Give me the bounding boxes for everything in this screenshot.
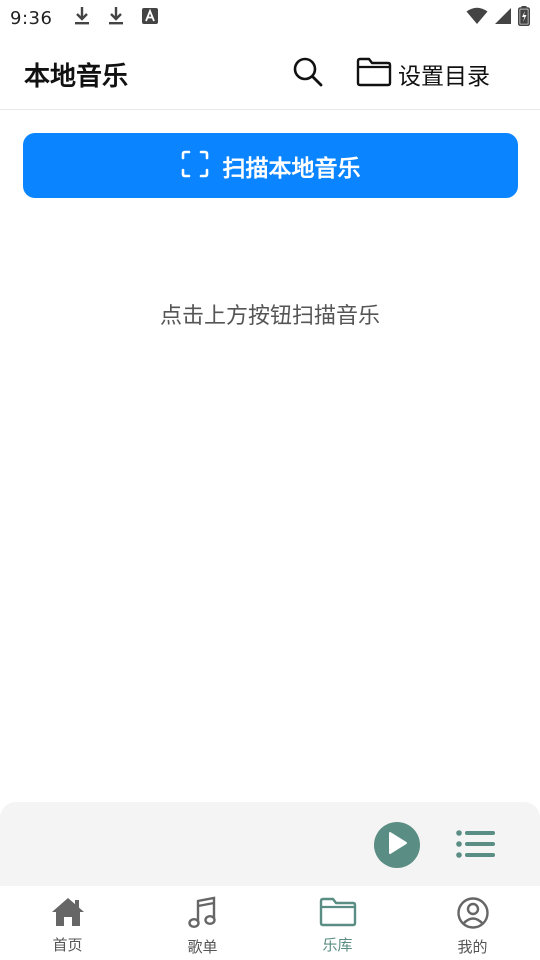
nav-item-library[interactable]: 乐库 [270,886,405,960]
status-left: 9:36 [10,6,159,30]
battery-charging-icon [518,6,530,30]
play-button[interactable] [374,822,420,868]
empty-state-hint: 点击上方按钮扫描音乐 [159,304,380,329]
nav-item-playlists[interactable]: 歌单 [135,886,270,960]
nav-label-home: 首页 [52,936,83,954]
signal-icon [494,7,512,29]
nav-item-profile[interactable]: 我的 [405,886,540,960]
music-note-icon [187,896,218,934]
search-button[interactable] [290,56,326,92]
nav-label-library: 乐库 [322,936,353,954]
status-time: 9:36 [10,7,53,29]
home-icon [50,896,86,932]
download-icon [74,6,90,30]
user-circle-icon [456,896,490,934]
folder-icon [319,896,357,932]
nav-item-home[interactable]: 首页 [0,886,135,960]
status-bar: 9:36 [0,0,540,36]
wifi-icon [466,7,488,29]
status-notification-icons [74,6,159,30]
bottom-navigation: 首页 歌单 乐库 我的 [0,886,540,960]
font-a-icon [142,8,159,28]
mini-player-bar [0,802,540,886]
scan-button-label: 扫描本地音乐 [222,155,361,182]
status-right [466,6,530,30]
nav-label-profile: 我的 [457,938,488,956]
play-icon [386,831,408,859]
scan-frame-icon [181,150,209,182]
scan-local-music-button[interactable]: 扫描本地音乐 [23,133,518,198]
page-title: 本地音乐 [24,62,129,92]
playlist-icon [456,830,496,862]
nav-label-playlists: 歌单 [187,938,218,956]
search-icon [292,56,324,92]
set-directory-label: 设置目录 [398,64,490,90]
playlist-button[interactable] [454,826,498,866]
download-icon [108,6,124,30]
set-directory-button[interactable]: 设置目录 [356,56,490,92]
folder-icon [356,57,392,91]
app-header: 本地音乐 设置目录 [0,36,540,110]
